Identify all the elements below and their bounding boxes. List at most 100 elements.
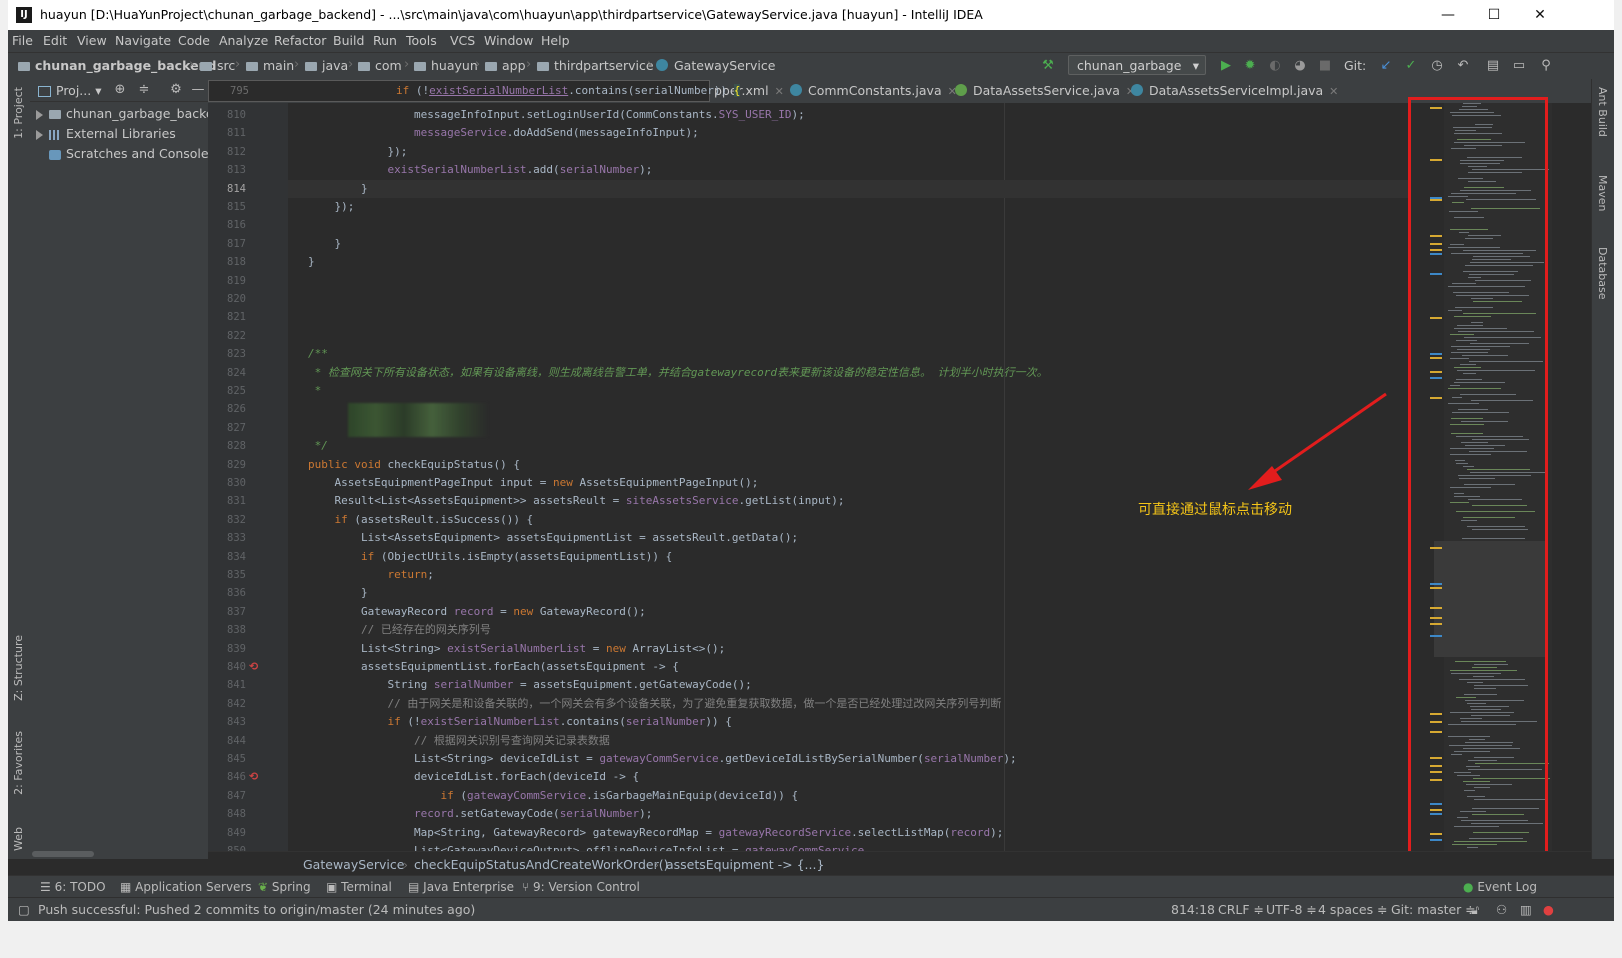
database-tool-tab[interactable]: Database (1596, 247, 1609, 300)
code-line[interactable]: deviceIdList.forEach(deviceId -> { (308, 768, 639, 786)
close-icon[interactable]: ✕ (775, 85, 784, 98)
line-number[interactable]: 815 (208, 198, 246, 216)
line-number[interactable]: 814 (208, 180, 246, 198)
menu-analyze[interactable]: Analyze (219, 33, 268, 48)
project-tool-tab[interactable]: 1: Project (12, 87, 25, 139)
line-number[interactable]: 845 (208, 750, 246, 768)
code-line[interactable]: record.setGatewayCode(serialNumber); (308, 805, 652, 823)
line-number[interactable]: 810 (208, 106, 246, 124)
line-number[interactable]: 827 (208, 419, 246, 437)
line-number[interactable]: 839 (208, 640, 246, 658)
git-rollback-icon[interactable]: ↶ (1455, 58, 1471, 74)
project-structure-icon[interactable]: ▤ (1485, 58, 1501, 74)
search-icon[interactable]: ⚲ (1538, 58, 1554, 74)
menu-build[interactable]: Build (333, 33, 364, 48)
project-horizontal-scrollbar[interactable] (30, 849, 208, 859)
error-icon[interactable]: ● (1543, 902, 1554, 917)
line-number[interactable]: 836 (208, 584, 246, 602)
expand-arrow-icon[interactable] (36, 129, 43, 140)
status-toggle-icon[interactable]: ▢ (18, 902, 30, 917)
code-line[interactable]: String serialNumber = assetsEquipment.ge… (308, 676, 751, 694)
tree-item-external-libraries[interactable]: External Libraries (36, 126, 176, 141)
spring-tool-button[interactable]: ❦ Spring (258, 880, 311, 894)
breadcrumb-class[interactable]: GatewayService (303, 857, 404, 872)
structure-tool-tab[interactable]: Z: Structure (12, 635, 25, 701)
menu-file[interactable]: File (12, 33, 33, 48)
line-number[interactable]: 831 (208, 492, 246, 510)
collapse-all-icon[interactable]: ≑ (136, 82, 152, 98)
code-line[interactable]: public void checkEquipStatus() { (308, 456, 520, 474)
git-commit-icon[interactable]: ✓ (1403, 58, 1419, 74)
presentation-icon[interactable]: ▭ (1511, 58, 1527, 74)
tab-dataassetsserviceimpl[interactable]: DataAssetsServiceImpl.java ✕ (1131, 83, 1338, 98)
web-tool-tab[interactable]: Web (12, 827, 25, 851)
event-log-tool-button[interactable]: ● Event Log (1463, 880, 1537, 894)
code-line[interactable]: } (308, 180, 368, 198)
maximize-button[interactable]: ☐ (1472, 0, 1516, 30)
ant-build-tool-tab[interactable]: Ant Build (1596, 87, 1609, 137)
minimize-button[interactable]: — (1426, 0, 1470, 30)
line-number[interactable]: 818 (208, 253, 246, 271)
lambda-recursion-icon[interactable]: ⟲ (249, 770, 258, 783)
inspector-icon[interactable]: ⚇ (1496, 902, 1507, 917)
memory-icon[interactable]: ▥ (1520, 902, 1532, 917)
git-update-icon[interactable]: ↙ (1378, 58, 1394, 74)
git-history-icon[interactable]: ◷ (1429, 58, 1445, 74)
lambda-recursion-icon[interactable]: ⟲ (249, 660, 258, 673)
git-branch[interactable]: Git: master ≑ (1391, 902, 1476, 917)
code-line[interactable]: Map<String, GatewayRecord> gatewayRecord… (308, 824, 1003, 842)
breadcrumb-method[interactable]: checkEquipStatusAndCreateWorkOrder() (414, 857, 668, 872)
maven-tool-tab[interactable]: Maven (1596, 175, 1609, 211)
code-line[interactable]: assetsEquipmentList.forEach(assetsEquipm… (308, 658, 679, 676)
code-line[interactable]: } (308, 235, 341, 253)
line-number[interactable]: 832 (208, 511, 246, 529)
menu-navigate[interactable]: Navigate (115, 33, 171, 48)
code-line[interactable]: List<String> existSerialNumberList = new… (308, 640, 725, 658)
crumb-src[interactable]: src (200, 58, 235, 73)
menu-view[interactable]: View (77, 33, 107, 48)
crumb-thirdpartservice[interactable]: thirdpartservice (537, 58, 654, 73)
profile-icon[interactable]: ◕ (1292, 58, 1308, 74)
crumb-java[interactable]: java (305, 58, 348, 73)
line-number[interactable]: 823 (208, 345, 246, 363)
line-number[interactable]: 833 (208, 529, 246, 547)
line-number[interactable]: 825 (208, 382, 246, 400)
indent-setting[interactable]: 4 spaces ≑ (1318, 902, 1388, 917)
debug-icon[interactable]: ✹ (1242, 58, 1258, 74)
caret-position[interactable]: 814:18 (1171, 902, 1215, 917)
code-line[interactable]: } (308, 253, 315, 271)
line-number[interactable]: 834 (208, 548, 246, 566)
tab-dataassetsservice[interactable]: DataAssetsService.java✕ (955, 83, 1135, 98)
crumb-project[interactable]: chunan_garbage_backend (18, 58, 216, 73)
gear-icon[interactable]: ⚙ (168, 82, 184, 98)
line-number[interactable]: 842 (208, 695, 246, 713)
line-number[interactable]: 812 (208, 143, 246, 161)
line-number[interactable]: 813 (208, 161, 246, 179)
menu-vcs[interactable]: VCS (450, 33, 475, 48)
line-number[interactable]: 817 (208, 235, 246, 253)
menu-refactor[interactable]: Refactor (274, 33, 326, 48)
line-number[interactable]: 829 (208, 456, 246, 474)
line-number[interactable]: 820 (208, 290, 246, 308)
code-line[interactable]: AssetsEquipmentPageInput input = new Ass… (308, 474, 758, 492)
favorites-tool-tab[interactable]: 2: Favorites (12, 731, 25, 795)
code-line[interactable]: if (assetsReult.isSuccess()) { (308, 511, 534, 529)
code-line[interactable]: if (ObjectUtils.isEmpty(assetsEquipmentL… (308, 548, 672, 566)
code-line[interactable]: } (308, 584, 368, 602)
run-icon[interactable]: ▶ (1218, 58, 1234, 74)
hide-icon[interactable]: — (190, 82, 206, 98)
code-line[interactable]: if (!existSerialNumberList.contains(seri… (308, 713, 731, 731)
code-line[interactable]: * 检查网关下所有设备状态，如果有设备离线，则生成离线告警工单，并结合gatew… (308, 364, 1048, 382)
status-message[interactable]: Push successful: Pushed 2 commits to ori… (38, 902, 475, 917)
crumb-main[interactable]: main (246, 58, 294, 73)
tab-commconstants[interactable]: CommConstants.java ✕ (790, 83, 957, 98)
line-number[interactable]: 848 (208, 805, 246, 823)
line-separator[interactable]: CRLF ≑ (1218, 902, 1264, 917)
menu-tools[interactable]: Tools (406, 33, 437, 48)
line-number[interactable]: 816 (208, 216, 246, 234)
code-line[interactable]: /** (308, 345, 328, 363)
code-line[interactable]: List<GatewayDeviceOutput> offlineDeviceI… (308, 842, 864, 851)
stop-icon[interactable]: ■ (1317, 58, 1333, 74)
menu-code[interactable]: Code (178, 33, 210, 48)
project-view-selector[interactable]: Proj... ▾ (38, 83, 101, 98)
